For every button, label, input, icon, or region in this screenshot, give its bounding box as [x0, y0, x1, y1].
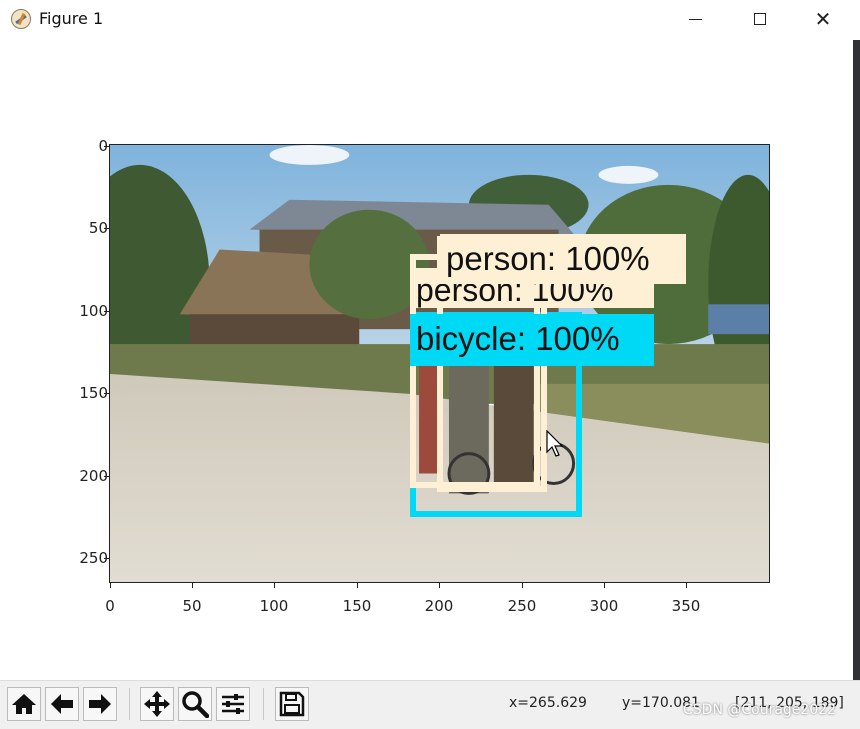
configure-subplots-icon: [222, 694, 244, 714]
x-tick-mark: [192, 583, 193, 588]
close-button[interactable]: ✕: [800, 5, 846, 33]
forward-button[interactable]: [83, 687, 117, 721]
background-window-edge: [853, 40, 860, 680]
mouse-cursor-icon: [546, 430, 564, 457]
x-tick-label: 200: [424, 597, 454, 615]
back-button[interactable]: [45, 687, 79, 721]
x-tick-mark: [110, 583, 111, 588]
x-tick-label: 0: [105, 597, 115, 615]
y-tick-label: 50: [88, 219, 108, 237]
back-arrow-icon: [51, 694, 73, 714]
cursor-x-readout: x=265.629: [509, 695, 587, 711]
x-tick-mark: [439, 583, 440, 588]
x-tick-mark: [357, 583, 358, 588]
window-title: Figure 1: [39, 9, 104, 28]
y-tick-label: 150: [79, 384, 108, 402]
x-tick-mark: [686, 583, 687, 588]
maximize-button[interactable]: [737, 5, 783, 33]
y-tick-label: 0: [98, 137, 108, 155]
y-tick-label: 250: [79, 549, 108, 567]
close-icon: ✕: [814, 7, 832, 31]
matplotlib-logo-icon: [11, 9, 31, 29]
minimize-icon: [688, 18, 702, 20]
x-tick-label: 300: [589, 597, 619, 615]
detection-label: bicycle: 100%: [410, 314, 654, 366]
watermark: CSDN @Courage2022: [683, 702, 837, 718]
pan-icon: [144, 691, 170, 717]
save-button[interactable]: [275, 687, 309, 721]
y-tick-label: 100: [79, 302, 108, 320]
maximize-icon: [754, 13, 766, 25]
x-tick-label: 250: [507, 597, 537, 615]
home-button[interactable]: [7, 687, 41, 721]
pan-button[interactable]: [140, 687, 174, 721]
configure-subplots-button[interactable]: [216, 687, 250, 721]
x-tick-mark: [274, 583, 275, 588]
x-tick-label: 50: [182, 597, 202, 615]
x-tick-mark: [522, 583, 523, 588]
x-tick-label: 150: [342, 597, 372, 615]
zoom-button[interactable]: [178, 687, 212, 721]
x-tick-mark: [604, 583, 605, 588]
title-bar: Figure 1 ✕: [0, 0, 860, 40]
home-icon: [12, 694, 36, 714]
minimize-button[interactable]: [672, 5, 718, 33]
toolbar-separator: [263, 688, 264, 720]
x-tick-label: 350: [671, 597, 701, 615]
save-icon: [279, 691, 305, 717]
detection-label: person: 100%: [440, 234, 686, 284]
zoom-icon: [182, 691, 209, 718]
y-tick-label: 200: [79, 467, 108, 485]
toolbar-separator: [129, 688, 130, 720]
forward-arrow-icon: [89, 694, 111, 714]
x-tick-label: 100: [259, 597, 289, 615]
